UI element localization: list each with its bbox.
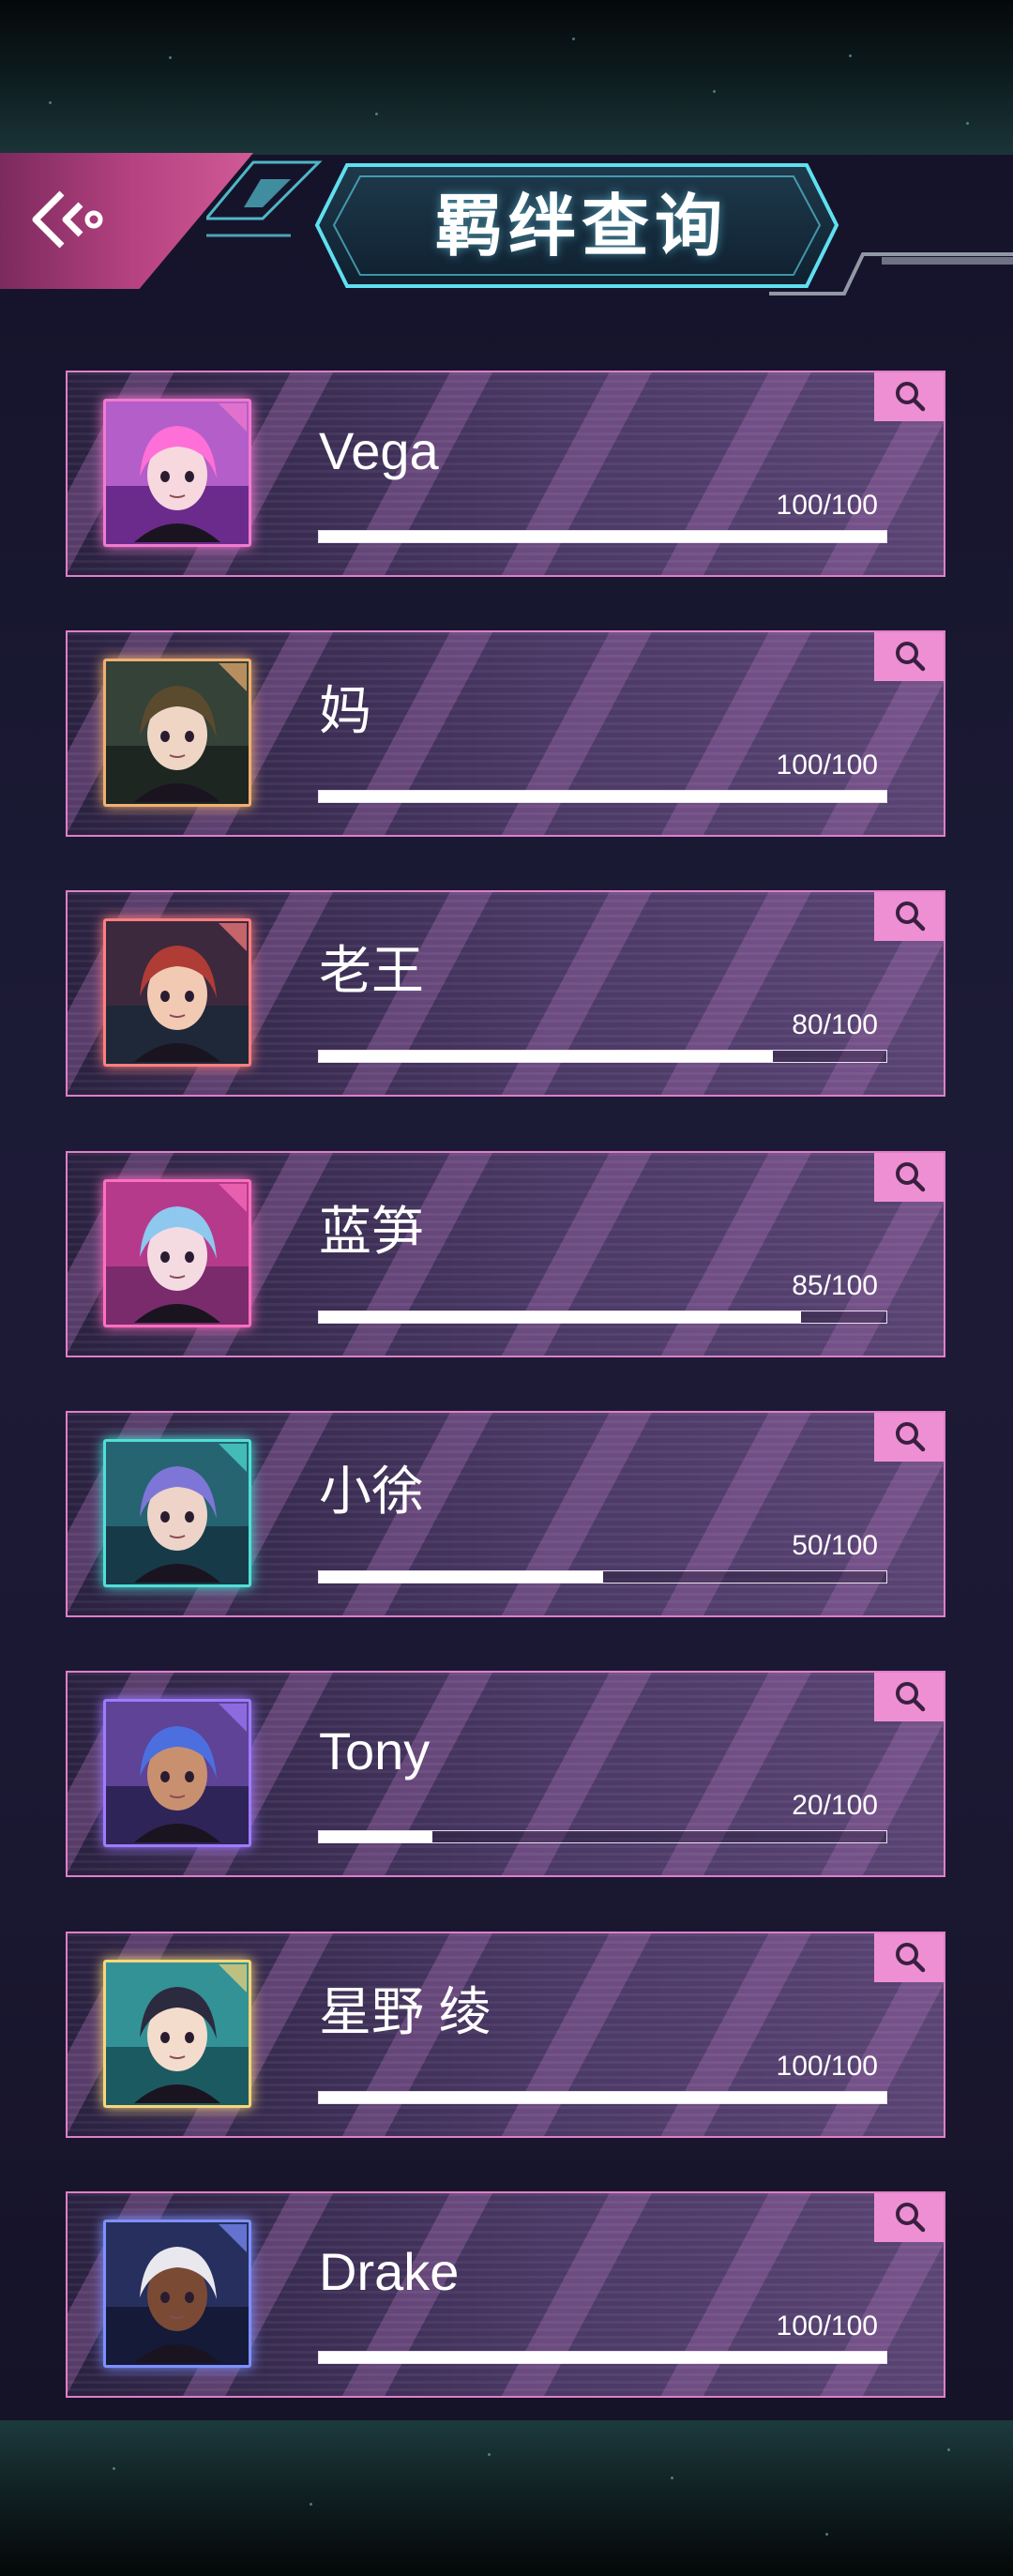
bond-score: 100/100 [776, 2311, 878, 2341]
star [488, 2453, 491, 2456]
bond-score: 100/100 [776, 490, 878, 521]
magnifier-icon [896, 642, 926, 672]
character-name: 蓝笋 [319, 1202, 424, 1261]
character-card[interactable]: 妈 100/100 [66, 630, 945, 837]
bond-progress-bar [318, 790, 887, 803]
character-name: 老王 [319, 941, 424, 1000]
magnifier-icon [896, 1422, 926, 1452]
character-avatar [103, 399, 251, 547]
star [310, 2503, 312, 2506]
magnifier-icon [896, 2203, 926, 2233]
bond-progress-bar [318, 2091, 887, 2104]
top-space-background [0, 0, 1013, 155]
character-card[interactable]: Vega 100/100 [66, 371, 945, 577]
bond-progress-bar [318, 530, 887, 543]
search-button[interactable] [874, 1933, 944, 1982]
star [671, 2477, 673, 2479]
star [966, 122, 969, 125]
character-card[interactable]: Drake 100/100 [66, 2191, 945, 2398]
bond-progress-fill [319, 1571, 603, 1583]
star [169, 56, 172, 59]
character-avatar [103, 659, 251, 807]
character-avatar [103, 1699, 251, 1847]
star [713, 90, 716, 93]
character-avatar [103, 2220, 251, 2368]
character-name: Drake [319, 2242, 460, 2301]
bond-score: 100/100 [776, 750, 878, 780]
bond-progress-fill [319, 1311, 802, 1323]
magnifier-icon [896, 1943, 926, 1973]
bond-progress-bar [318, 1050, 887, 1063]
search-button[interactable] [874, 632, 944, 681]
search-button[interactable] [874, 892, 944, 941]
bond-score: 85/100 [792, 1270, 878, 1301]
character-card[interactable]: 蓝笋 85/100 [66, 1151, 945, 1357]
search-button[interactable] [874, 2193, 944, 2242]
star [849, 54, 852, 57]
bond-progress-bar [318, 1830, 887, 1843]
magnifier-icon [896, 902, 926, 932]
magnifier-icon [896, 1682, 926, 1712]
star [572, 38, 575, 40]
magnifier-icon [896, 1162, 926, 1192]
bond-score: 20/100 [792, 1790, 878, 1821]
bond-progress-bar [318, 1311, 887, 1324]
character-name: 妈 [319, 681, 371, 740]
bond-progress-fill [319, 1831, 432, 1842]
search-button[interactable] [874, 1673, 944, 1721]
back-arrow-icon[interactable] [19, 176, 108, 265]
character-card[interactable]: 星野 绫 100/100 [66, 1932, 945, 2138]
character-avatar [103, 1960, 251, 2108]
character-name: Vega [319, 421, 439, 480]
bond-progress-fill [319, 531, 886, 542]
bond-score: 100/100 [776, 2051, 878, 2082]
magnifier-icon [896, 382, 926, 412]
search-button[interactable] [874, 1413, 944, 1462]
star [375, 113, 378, 115]
character-name: Tony [319, 1721, 431, 1780]
star [947, 2448, 950, 2451]
bond-progress-fill [319, 791, 886, 802]
bond-progress-bar [318, 1570, 887, 1583]
bond-progress-fill [319, 1051, 773, 1062]
character-avatar [103, 918, 251, 1067]
character-card[interactable]: Tony 20/100 [66, 1671, 945, 1877]
page-title: 羁绊查询 [434, 187, 728, 265]
bond-score: 80/100 [792, 1009, 878, 1040]
character-card[interactable]: 老王 80/100 [66, 890, 945, 1097]
character-name: 小徐 [319, 1462, 424, 1521]
search-button[interactable] [874, 1153, 944, 1202]
search-button[interactable] [874, 372, 944, 421]
star [113, 2467, 115, 2470]
bond-progress-fill [319, 2352, 886, 2363]
bottom-space-background [0, 2420, 1013, 2576]
star [49, 101, 52, 104]
character-avatar [103, 1439, 251, 1587]
character-name: 星野 绫 [319, 1982, 491, 2041]
bond-score: 50/100 [792, 1530, 878, 1561]
star [825, 2533, 828, 2536]
bond-progress-fill [319, 2092, 886, 2103]
bond-progress-bar [318, 2351, 887, 2364]
character-avatar [103, 1179, 251, 1327]
character-card[interactable]: 小徐 50/100 [66, 1411, 945, 1617]
